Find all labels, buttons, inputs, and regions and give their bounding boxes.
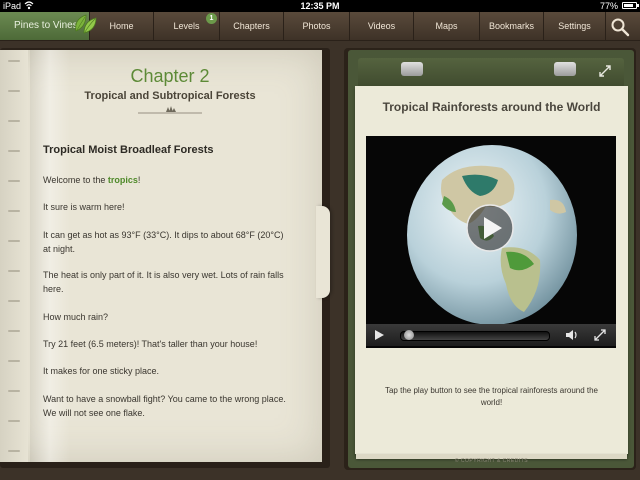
nav-home-label: Home (109, 21, 134, 31)
paragraph: The heat is only part of it. It is also … (43, 270, 284, 294)
paragraph-text: ! (137, 175, 141, 185)
book-spine (0, 50, 28, 462)
paragraph: How much rain? (43, 312, 109, 322)
paragraph: Welcome to the tropics! (43, 173, 293, 187)
brand-label: Pines to Vines (14, 20, 78, 31)
nav-levels-label: Levels (173, 21, 200, 31)
nav-maps-label: Maps (435, 21, 458, 31)
status-bar: iPad 12:35 PM 77% (0, 0, 640, 12)
fullscreen-icon[interactable] (594, 329, 606, 341)
play-button-icon[interactable] (466, 204, 514, 252)
expand-icon[interactable] (598, 64, 612, 78)
nav-chapters[interactable]: Chapters (220, 12, 284, 40)
clip-right (554, 62, 576, 76)
nav-photos-label: Photos (302, 21, 331, 31)
chapter-subtitle: Tropical and Subtropical Forests (84, 90, 256, 102)
nav-videos-label: Videos (367, 21, 396, 31)
nav-bookmarks[interactable]: Bookmarks (480, 12, 544, 40)
paragraph: Want to have a snowball fight? You came … (43, 394, 286, 418)
nav-chapters-label: Chapters (233, 21, 270, 31)
tree-divider-icon (138, 106, 202, 114)
page-tab[interactable] (316, 206, 330, 298)
nav-videos[interactable]: Videos (350, 12, 414, 40)
leaf-logo-icon (75, 14, 97, 34)
clipboard-top (358, 58, 624, 88)
nav-settings-label: Settings (558, 21, 591, 31)
nav-home[interactable]: Home (90, 12, 154, 40)
nav-photos[interactable]: Photos (284, 12, 350, 40)
scrubber-handle[interactable] (404, 330, 414, 340)
nav-settings[interactable]: Settings (544, 12, 606, 40)
battery-percent: 77% (599, 1, 618, 11)
paragraph-text: Welcome to the (43, 175, 108, 185)
volume-icon[interactable] (565, 329, 579, 341)
paragraph: It can get as hot as 93°F (33°C). It dip… (43, 230, 284, 254)
paragraph: It makes for one sticky place. (43, 366, 160, 376)
play-icon[interactable] (373, 329, 385, 341)
section-heading: Tropical Moist Broadleaf Forests (43, 144, 214, 156)
nav-bookmarks-label: Bookmarks (488, 21, 534, 31)
paragraph: It sure is warm here! (43, 202, 125, 212)
chapter-title: Chapter 2 (130, 66, 210, 86)
glossary-link-tropics[interactable]: tropics (108, 175, 138, 185)
video-title: Tropical Rainforests around the World (382, 100, 601, 114)
levels-badge: 1 (206, 13, 217, 24)
clip-left (401, 62, 423, 76)
nav-maps[interactable]: Maps (414, 12, 480, 40)
search-icon[interactable] (610, 17, 630, 37)
battery-icon (622, 2, 639, 9)
video-caption: Tap the play button to see the tropical … (384, 386, 599, 407)
copyright-link[interactable]: © COPYRIGHT & CREDITS (355, 458, 628, 464)
paragraph: Try 21 feet (6.5 meters)! That's taller … (43, 339, 258, 349)
clock: 12:35 PM (300, 1, 340, 11)
video-scrubber[interactable] (400, 331, 550, 341)
nav-levels[interactable]: Levels 1 (154, 12, 220, 40)
